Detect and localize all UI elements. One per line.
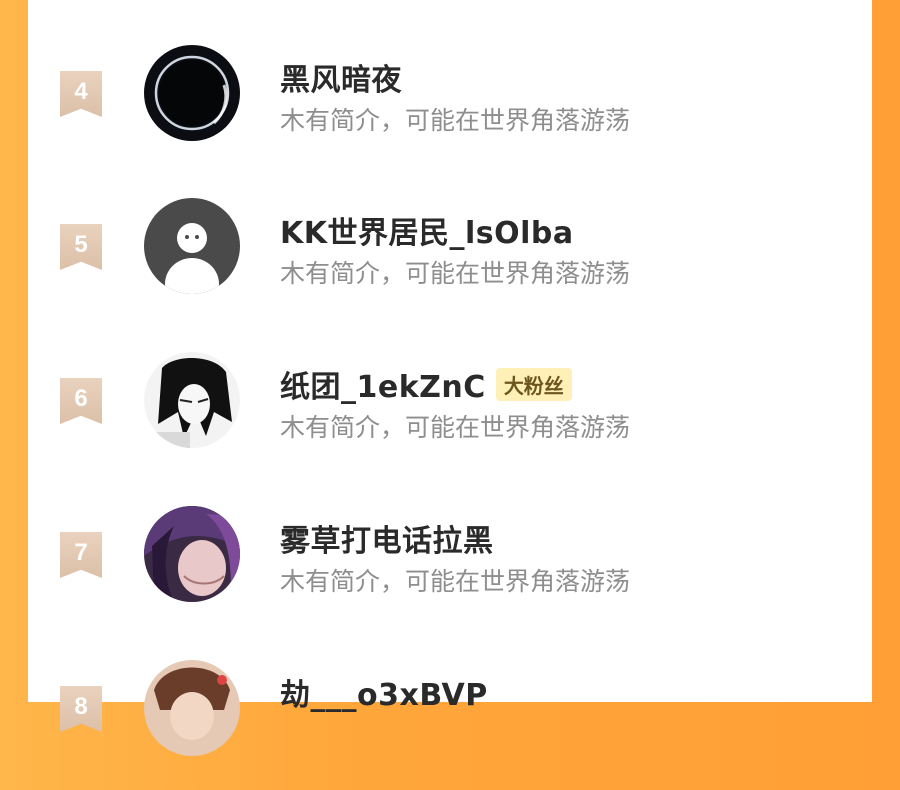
rank-number: 4: [74, 78, 88, 105]
avatar[interactable]: [144, 506, 240, 602]
username[interactable]: 劫___o3xBVP: [280, 670, 488, 714]
rank-badge: 7: [60, 532, 102, 578]
rank-badge: 4: [60, 71, 102, 117]
avatar[interactable]: [144, 352, 240, 448]
list-item[interactable]: 8 劫___o3xBVP: [28, 660, 872, 790]
username[interactable]: 黑风暗夜: [280, 55, 402, 99]
rank-badge: 8: [60, 686, 102, 732]
default-user-avatar-icon: [144, 198, 240, 294]
ranking-card: 4 黑风暗夜 木有简介，可能在世界角落游荡 5 KK世界居民_lsOlba 木有…: [28, 0, 872, 756]
rank-number: 8: [74, 693, 88, 720]
eclipse-avatar-icon: [144, 45, 240, 141]
username[interactable]: KK世界居民_lsOlba: [280, 208, 574, 252]
anime-character-avatar-icon: [144, 660, 240, 756]
list-item[interactable]: 7 雾草打电话拉黑 木有简介，可能在世界角落游荡: [28, 506, 872, 636]
username[interactable]: 纸团_1ekZnC: [280, 362, 486, 406]
username[interactable]: 雾草打电话拉黑: [280, 516, 494, 560]
avatar[interactable]: [144, 198, 240, 294]
list-item[interactable]: 5 KK世界居民_lsOlba 木有简介，可能在世界角落游荡: [28, 198, 872, 328]
user-bio: 木有简介，可能在世界角落游荡: [280, 259, 631, 288]
rank-number: 6: [74, 385, 88, 412]
user-bio: 木有简介，可能在世界角落游荡: [280, 413, 631, 442]
avatar[interactable]: [144, 660, 240, 756]
rank-number: 5: [74, 231, 88, 258]
fan-level-badge: 大粉丝: [495, 367, 572, 401]
rank-badge: 5: [60, 224, 102, 270]
list-item[interactable]: 4 黑风暗夜 木有简介，可能在世界角落游荡: [28, 45, 872, 175]
avatar[interactable]: [144, 45, 240, 141]
list-item[interactable]: 6 纸团_1ekZnC 大粉丝 木有简介，可能在世界角落游荡: [28, 352, 872, 482]
rank-number: 7: [74, 539, 88, 566]
rank-badge: 6: [60, 378, 102, 424]
user-bio: 木有简介，可能在世界角落游荡: [280, 106, 631, 135]
user-bio: 木有简介，可能在世界角落游荡: [280, 567, 631, 596]
anime-character-avatar-icon: [144, 352, 240, 448]
anime-character-avatar-icon: [144, 506, 240, 602]
